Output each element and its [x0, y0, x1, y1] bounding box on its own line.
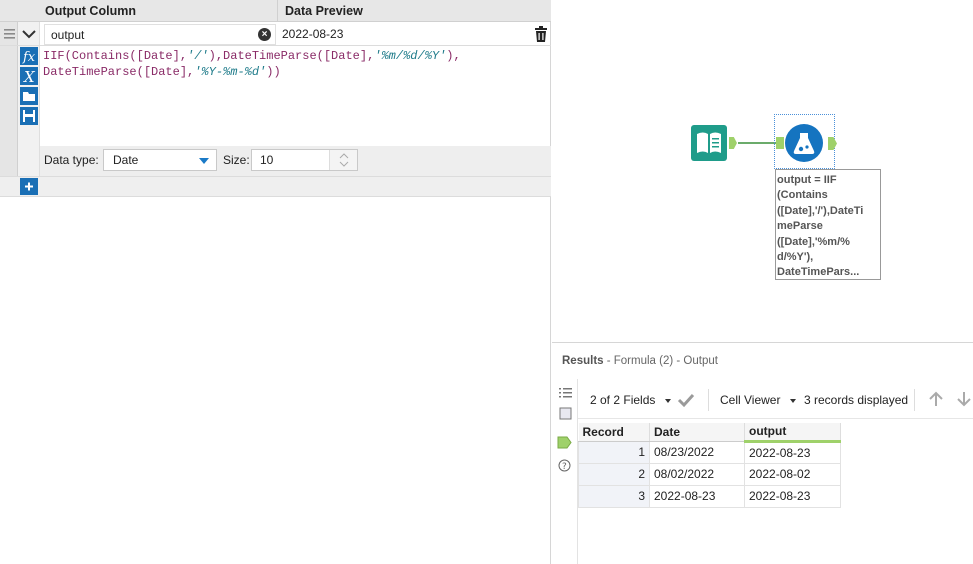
stepper-buttons[interactable]	[329, 150, 357, 170]
table-row[interactable]: 2 08/02/2022 2022-08-02	[578, 462, 841, 486]
input-anchor[interactable]	[776, 137, 784, 149]
records-displayed: 3 records displayed	[804, 393, 909, 407]
toolbar-divider	[708, 389, 709, 411]
results-subtitle: - Formula (2) - Output	[603, 355, 718, 367]
svg-text:?: ?	[562, 462, 567, 472]
table-row[interactable]: 3 2022-08-23 2022-08-23	[578, 484, 841, 508]
svg-text:X: X	[23, 68, 36, 85]
formula-config-panel: Output Column Data Preview output × 2022…	[0, 0, 551, 564]
cell-viewer-dropdown[interactable]: Cell Viewer	[720, 393, 796, 407]
fields-label: 2 of 2 Fields	[590, 393, 656, 407]
data-type-select[interactable]: Date	[103, 149, 217, 171]
table-cell[interactable]: 2022-08-02	[744, 462, 841, 486]
data-type-value: Date	[113, 153, 139, 167]
column-header[interactable]: Date	[649, 423, 745, 442]
table-row[interactable]: 1 08/23/2022 2022-08-23	[578, 440, 841, 464]
results-table: Record Date output 1 08/23/2022 2022-08-…	[578, 423, 841, 508]
header-corner	[0, 0, 40, 22]
help-icon[interactable]: ?	[558, 459, 571, 472]
delete-row-icon[interactable]	[534, 26, 548, 42]
flask-icon	[793, 133, 815, 154]
output-column-field[interactable]: output ×	[44, 24, 276, 45]
caret-down-icon	[789, 398, 796, 403]
size-value: 10	[260, 153, 274, 167]
annotation-line: (Contains	[777, 189, 828, 202]
annotation-line: DateTimePars...	[777, 266, 860, 279]
results-panel: Results - Formula (2) - Output ? 2 of 2 …	[552, 342, 973, 564]
results-title: Results	[562, 355, 604, 367]
formula-tool[interactable]	[785, 124, 823, 162]
chevron-down-icon[interactable]	[21, 27, 37, 41]
annotation-line: d/%Y'),	[777, 251, 814, 264]
clear-icon[interactable]: ×	[258, 28, 271, 41]
variable-icon[interactable]: X	[20, 67, 38, 86]
arrow-up-icon[interactable]	[927, 390, 945, 408]
data-type-label: Data type:	[44, 153, 99, 167]
drag-handle-icon[interactable]	[4, 28, 15, 39]
table-cell[interactable]: 08/23/2022	[649, 440, 745, 464]
data-preview-value: 2022-08-23	[282, 27, 344, 41]
table-cell[interactable]: 2022-08-23	[744, 440, 841, 464]
arrow-down-icon[interactable]	[955, 390, 973, 408]
record-cell[interactable]: 3	[578, 484, 650, 508]
column-header[interactable]: output	[744, 423, 841, 443]
results-title-bar: Results - Formula (2) - Output	[562, 355, 718, 367]
annotation-line: ([Date],'%m/%	[777, 235, 850, 248]
cell-viewer-label: Cell Viewer	[720, 393, 781, 407]
tool-annotation: output = IIF (Contains ([Date],'/'),Date…	[775, 169, 881, 280]
caret-down-icon	[664, 398, 671, 403]
formula-expression-editor[interactable]: IIF(Contains([Date],'/'),DateTimeParse([…	[43, 49, 461, 80]
toolbar-divider	[914, 389, 915, 411]
dropdown-arrow-icon	[199, 158, 209, 164]
size-stepper[interactable]: 10	[251, 149, 358, 171]
save-icon[interactable]	[20, 107, 38, 125]
table-cell[interactable]: 2022-08-23	[649, 484, 745, 508]
table-cell[interactable]: 08/02/2022	[649, 462, 745, 486]
size-label: Size:	[223, 153, 250, 167]
record-cell[interactable]: 1	[578, 440, 650, 464]
list-icon[interactable]	[559, 386, 572, 399]
record-cell[interactable]: 2	[578, 462, 650, 486]
column-header[interactable]: Record	[578, 423, 650, 442]
results-toolbar: 2 of 2 Fields Cell Viewer 3 records disp…	[578, 379, 973, 419]
results-side-toolbar: ?	[552, 379, 578, 564]
table-cell[interactable]: 2022-08-23	[744, 484, 841, 508]
table-header-row: Record Date output	[578, 423, 841, 443]
output-column-value: output	[51, 28, 85, 42]
apply-check-icon[interactable]	[677, 392, 695, 408]
svg-text:fx: fx	[22, 50, 36, 65]
output-column-header: Output Column	[40, 0, 278, 22]
annotation-line: meParse	[777, 220, 823, 233]
add-row-button[interactable]	[20, 178, 38, 195]
input-data-tool[interactable]	[691, 125, 727, 161]
annotation-line: output = IIF	[777, 174, 837, 186]
data-anchor-icon[interactable]	[557, 436, 572, 449]
fields-dropdown[interactable]: 2 of 2 Fields	[590, 393, 671, 407]
workflow-canvas[interactable]: output = IIF (Contains ([Date],'/'),Date…	[552, 0, 973, 342]
open-folder-icon[interactable]	[20, 87, 38, 105]
connection-line	[738, 142, 779, 144]
data-preview-header: Data Preview	[278, 0, 551, 22]
add-row-bar	[0, 177, 551, 196]
annotation-line: ([Date],'/'),DateTi	[777, 204, 864, 217]
book-icon	[697, 132, 721, 153]
metadata-icon[interactable]	[559, 407, 572, 420]
function-icon[interactable]: fx	[20, 47, 38, 65]
row-gutter	[0, 0, 18, 176]
